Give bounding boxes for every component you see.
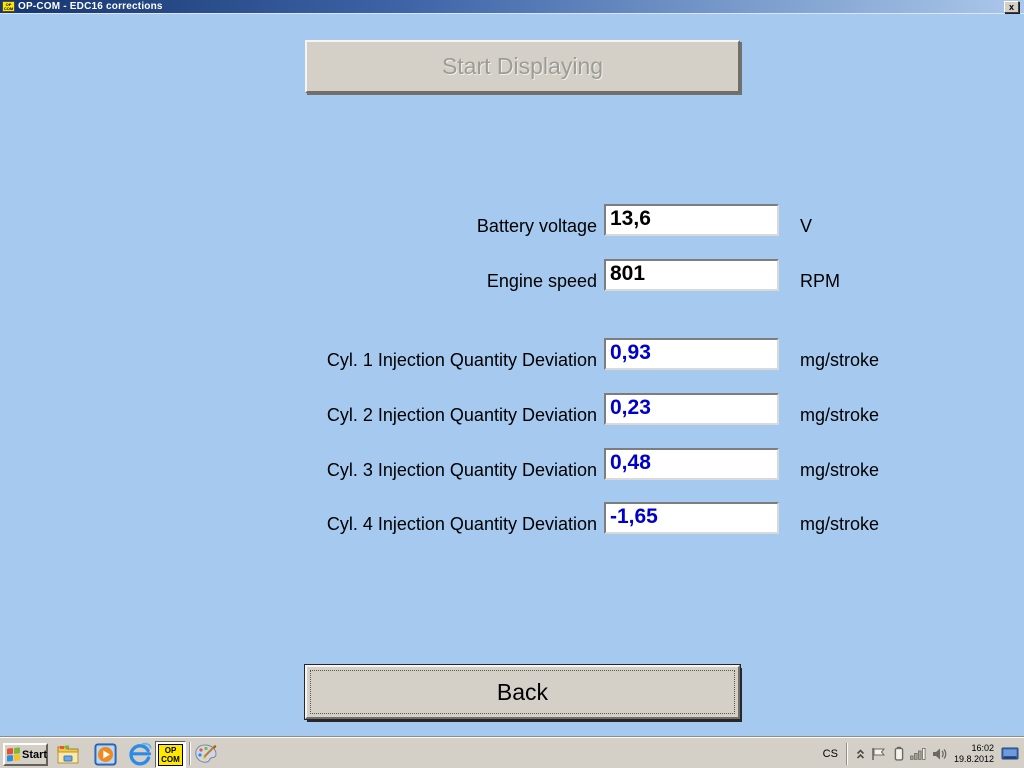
internet-explorer-icon[interactable]: [127, 742, 153, 766]
battery-icon[interactable]: [894, 746, 904, 761]
engine-speed-field[interactable]: 801: [604, 259, 779, 291]
windows-logo-icon: [7, 747, 20, 761]
signal-strength-icon[interactable]: [910, 747, 926, 760]
cyl-1-deviation-row: Cyl. 1 Injection Quantity Deviation 0,93…: [0, 338, 1024, 372]
cyl-4-deviation-row: Cyl. 4 Injection Quantity Deviation -1,6…: [0, 502, 1024, 536]
opcom-taskbar-button[interactable]: OP COM: [155, 741, 186, 768]
battery-voltage-field[interactable]: 13,6: [604, 204, 779, 236]
window-titlebar[interactable]: OP COM OP-COM - EDC16 corrections x: [0, 0, 1024, 14]
hidden-icons-chevron[interactable]: [856, 748, 865, 760]
flag-icon[interactable]: [871, 747, 888, 761]
cyl-2-deviation-field[interactable]: 0,23: [604, 393, 779, 425]
opcom-window: OP COM OP-COM - EDC16 corrections x Star…: [0, 0, 1024, 768]
engine-speed-label: Engine speed: [487, 271, 597, 292]
tray-clock[interactable]: 16:02 19.8.2012: [954, 743, 994, 765]
tray-date: 19.8.2012: [954, 754, 994, 764]
opcom-icon-line1: OP: [165, 746, 177, 755]
cyl-2-deviation-row: Cyl. 2 Injection Quantity Deviation 0,23…: [0, 393, 1024, 427]
tray-divider: [846, 743, 848, 765]
tray-time: 16:02: [971, 743, 994, 753]
battery-voltage-value: 13,6: [610, 207, 651, 230]
paint-palette-icon[interactable]: [193, 742, 219, 766]
close-button[interactable]: x: [1004, 1, 1019, 13]
quick-launch-divider: [189, 742, 191, 765]
cyl-3-deviation-row: Cyl. 3 Injection Quantity Deviation 0,48…: [0, 448, 1024, 482]
start-button-label: Start: [22, 749, 47, 761]
cyl-1-deviation-field[interactable]: 0,93: [604, 338, 779, 370]
cyl-3-deviation-label: Cyl. 3 Injection Quantity Deviation: [327, 460, 597, 481]
opcom-app-icon[interactable]: OP COM: [2, 1, 15, 12]
speaker-icon[interactable]: [932, 747, 947, 761]
opcom-app-icon-line2: COM: [4, 7, 13, 11]
language-indicator[interactable]: CS: [815, 748, 846, 760]
cyl-4-deviation-value: -1,65: [610, 505, 658, 528]
start-button[interactable]: Start: [3, 743, 48, 766]
cyl-2-deviation-value: 0,23: [610, 396, 651, 419]
cyl-1-deviation-value: 0,93: [610, 341, 651, 364]
window-title: OP-COM - EDC16 corrections: [18, 1, 1004, 12]
cyl-2-deviation-unit: mg/stroke: [800, 405, 879, 426]
cyl-4-deviation-field[interactable]: -1,65: [604, 502, 779, 534]
cyl-4-deviation-unit: mg/stroke: [800, 514, 879, 535]
cyl-3-deviation-value: 0,48: [610, 451, 651, 474]
engine-speed-row: Engine speed 801 RPM: [0, 259, 1024, 293]
display-icon[interactable]: [1001, 746, 1019, 762]
taskbar: Start: [0, 737, 1024, 768]
cyl-1-deviation-unit: mg/stroke: [800, 350, 879, 371]
engine-speed-unit: RPM: [800, 271, 840, 292]
engine-speed-value: 801: [610, 262, 645, 285]
start-displaying-button[interactable]: Start Displaying: [305, 40, 740, 93]
cyl-4-deviation-label: Cyl. 4 Injection Quantity Deviation: [327, 514, 597, 535]
cyl-1-deviation-label: Cyl. 1 Injection Quantity Deviation: [327, 350, 597, 371]
cyl-2-deviation-label: Cyl. 2 Injection Quantity Deviation: [327, 405, 597, 426]
system-tray: CS: [815, 738, 1022, 768]
back-button[interactable]: Back: [305, 665, 740, 719]
cyl-3-deviation-unit: mg/stroke: [800, 460, 879, 481]
battery-voltage-unit: V: [800, 216, 812, 237]
cyl-3-deviation-field[interactable]: 0,48: [604, 448, 779, 480]
folder-icon[interactable]: [55, 742, 81, 766]
battery-voltage-label: Battery voltage: [477, 216, 597, 237]
opcom-icon: OP COM: [158, 744, 183, 766]
battery-voltage-row: Battery voltage 13,6 V: [0, 204, 1024, 238]
opcom-icon-line2: COM: [161, 755, 180, 764]
media-player-icon[interactable]: [92, 742, 118, 766]
